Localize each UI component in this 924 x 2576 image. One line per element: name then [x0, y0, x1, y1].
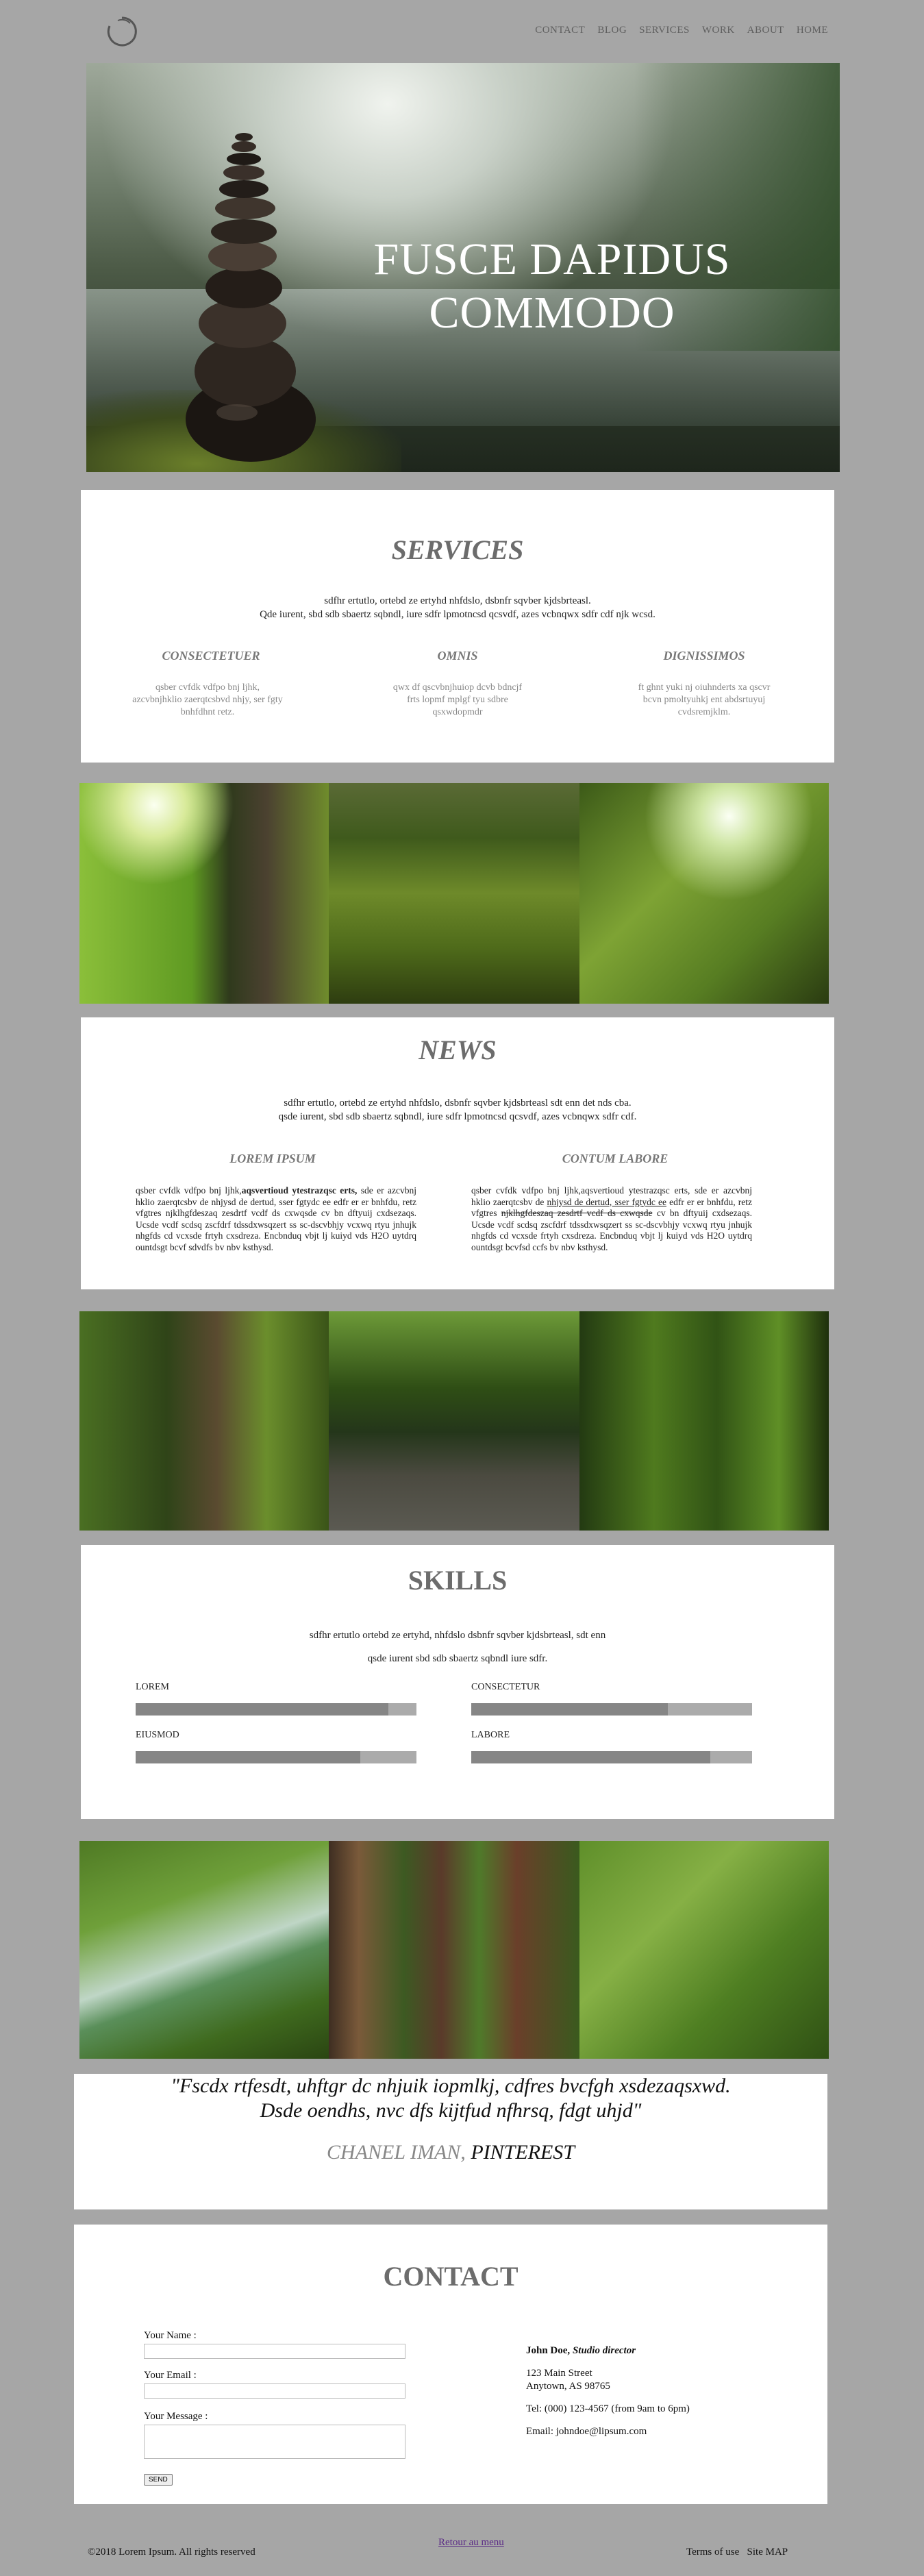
photo-railway [329, 1311, 579, 1531]
skill-label-labore: LABORE [471, 1730, 510, 1740]
hero-title-line2: COMMODO [429, 288, 675, 338]
photo-strip-3 [79, 1841, 829, 2059]
message-label: Your Message : [144, 2411, 208, 2422]
services-title: SERVICES [391, 534, 524, 565]
message-textarea[interactable] [144, 2425, 405, 2459]
nav-home[interactable]: HOME [797, 25, 828, 36]
services-intro-line2: Qde iurent, sbd sdb sbaertz sqbndl, iure… [260, 609, 655, 620]
skills-intro-line2: qsde iurent sbd sdb sbaertz sqbndl iure … [367, 1653, 548, 1664]
photo-green-trees [579, 1841, 829, 2059]
back-to-menu-link[interactable]: Retour au menu [438, 2537, 504, 2549]
main-nav: CONTACT BLOG SERVICES WORK ABOUT HOME [535, 25, 828, 36]
nav-blog[interactable]: BLOG [597, 25, 627, 36]
skills-intro-line1: sdfhr ertutlo ortebd ze ertyhd, nhfdslo … [309, 1630, 606, 1641]
service-text-dignissimos: ft ghnt yuki nj oiuhnderts xa qscvr bcvn… [638, 682, 771, 717]
contact-person-role: Studio director [572, 2345, 636, 2356]
nav-contact[interactable]: CONTACT [535, 25, 585, 36]
contact-section: CONTACT Your Name : Your Email : Your Me… [74, 2225, 827, 2504]
name-label: Your Name : [144, 2330, 197, 2341]
news-intro-line2: qsde iurent, sbd sdb sbaertz sqbndl, iur… [278, 1111, 637, 1122]
email-label: Your Email : [144, 2370, 197, 2381]
skill-bar-consectetur [471, 1703, 752, 1716]
skill-bar-eiusmod [136, 1751, 416, 1763]
news-right-text-strike: njklhgfdeszaq zesdrtf vcdf ds cxwqsde [501, 1208, 653, 1218]
photo-meadow [79, 783, 329, 1004]
news-intro: sdfhr ertutlo, ortebd ze ertyhd nhfdslo,… [81, 1096, 834, 1124]
news-right-title: CONTUM LABORE [562, 1152, 669, 1165]
hero-banner: FUSCE DAPIDUS COMMODO [86, 63, 840, 472]
contact-title: CONTACT [383, 2261, 519, 2292]
skills-section: SKILLS sdfhr ertutlo ortebd ze ertyhd, n… [81, 1545, 834, 1819]
skill-label-eiusmod: EIUSMOD [136, 1730, 179, 1740]
skills-intro: sdfhr ertutlo ortebd ze ertyhd, nhfdslo … [81, 1624, 834, 1670]
news-title: NEWS [419, 1035, 497, 1065]
skill-label-consectetur: CONSECTETUR [471, 1682, 540, 1692]
nav-about[interactable]: ABOUT [747, 25, 784, 36]
testimonial-quote-line1: "Fscdx rtfesdt, uhftgr dc nhjuik iopmlkj… [171, 2075, 731, 2097]
service-title-consectetuer: CONSECTETUER [162, 649, 260, 662]
news-right-text-underline: nhjysd de dertud, sser fgtydc ee [547, 1196, 666, 1207]
photo-forest [579, 1311, 829, 1531]
services-intro-line1: sdfhr ertutlo, ortebd ze ertyhd nhfdslo,… [324, 595, 591, 606]
photo-canopy [579, 783, 829, 1004]
sitemap-link[interactable]: Site MAP [747, 2547, 788, 2558]
contact-phone: Tel: (000) 123-4567 (from 9am to 6pm) [526, 2403, 690, 2414]
news-left-title: LOREM IPSUM [229, 1152, 316, 1165]
services-intro: sdfhr ertutlo, ortebd ze ertyhd nhfdslo,… [81, 594, 834, 621]
footer-copyright: ©2018 Lorem Ipsum. All rights reserved [88, 2547, 255, 2558]
hero-title: FUSCE DAPIDUS COMMODO [312, 233, 792, 340]
testimonial-author: CHANEL IMAN, [327, 2141, 466, 2164]
testimonial-quote-line2: Dsde oendhs, nvc dfs kijtfud nfhrsq, fdg… [260, 2099, 642, 2122]
logo-icon[interactable] [103, 12, 141, 51]
photo-tree-roots [79, 1311, 329, 1531]
name-input[interactable] [144, 2344, 405, 2359]
contact-email: Email: johndoe@lipsum.com [526, 2426, 647, 2437]
contact-details: John Doe, Studio director 123 Main Stree… [526, 2344, 800, 2438]
testimonial-source: PINTEREST [471, 2141, 575, 2164]
skill-fill-labore [471, 1751, 710, 1763]
news-left-text-pre: qsber cvfdk vdfpo bnj ljhk, [136, 1185, 242, 1196]
photo-waterfall [79, 1841, 329, 2059]
news-intro-line1: sdfhr ertutlo, ortebd ze ertyhd nhfdslo,… [284, 1098, 632, 1109]
send-button[interactable]: SEND [144, 2474, 173, 2486]
news-section: NEWS sdfhr ertutlo, ortebd ze ertyhd nhf… [81, 1017, 834, 1289]
news-right-text: qsber cvfdk vdfpo bnj ljhk,aqsvertioud y… [471, 1185, 752, 1253]
photo-strip-1 [79, 783, 829, 1004]
news-left-text: qsber cvfdk vdfpo bnj ljhk,aqsvertioud y… [136, 1185, 416, 1253]
nav-services[interactable]: SERVICES [639, 25, 690, 36]
nav-work[interactable]: WORK [702, 25, 735, 36]
testimonial-section: "Fscdx rtfesdt, uhftgr dc nhjuik iopmlkj… [74, 2074, 827, 2209]
contact-address-line1: 123 Main Street [526, 2368, 592, 2379]
testimonial-attribution: CHANEL IMAN, PINTEREST [74, 2141, 827, 2164]
skills-title: SKILLS [408, 1565, 508, 1596]
skill-fill-lorem [136, 1703, 388, 1716]
service-text-omnis: qwx df qscvbnjhuiop dcvb bdncjf frts lop… [392, 682, 523, 717]
skill-fill-consectetur [471, 1703, 668, 1716]
email-input[interactable] [144, 2383, 405, 2399]
skill-label-lorem: LOREM [136, 1682, 169, 1692]
photo-moss [329, 783, 579, 1004]
photo-redwoods [329, 1841, 579, 2059]
skill-bar-labore [471, 1751, 752, 1763]
contact-person-name: John Doe, [526, 2345, 571, 2356]
service-title-dignissimos: DIGNISSIMOS [663, 649, 745, 662]
news-left-text-bold: aqsvertioud ytestrazqsc erts, [241, 1185, 358, 1196]
terms-link[interactable]: Terms of use [686, 2547, 739, 2558]
service-title-omnis: OMNIS [437, 649, 478, 662]
hero-title-line1: FUSCE DAPIDUS [373, 234, 731, 284]
photo-strip-2 [79, 1311, 829, 1531]
testimonial-quote: "Fscdx rtfesdt, uhftgr dc nhjuik iopmlkj… [74, 2074, 827, 2123]
skill-bar-lorem [136, 1703, 416, 1716]
services-section: SERVICES sdfhr ertutlo, ortebd ze ertyhd… [81, 490, 834, 763]
service-text-consectetuer: qsber cvfdk vdfpo bnj ljhk, azcvbnjhklio… [132, 682, 283, 717]
contact-address-line2: Anytown, AS 98765 [526, 2381, 610, 2392]
skill-fill-eiusmod [136, 1751, 360, 1763]
footer-links: Terms of use Site MAP [686, 2547, 788, 2558]
